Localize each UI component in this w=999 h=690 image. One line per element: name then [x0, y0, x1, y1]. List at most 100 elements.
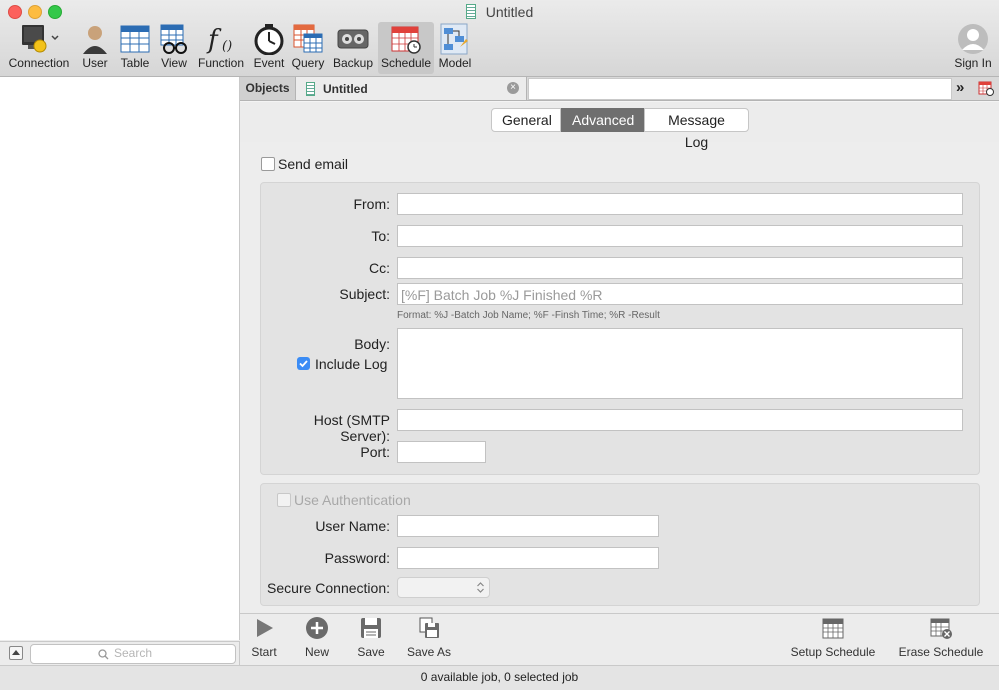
calendar-erase-icon [930, 618, 952, 639]
toolbar-function-label: Function [197, 56, 245, 70]
floppy-disk-icon [361, 618, 381, 638]
table-icon [116, 22, 154, 56]
port-label: Port: [360, 444, 390, 460]
subject-format-hint: Format: %J -Batch Job Name; %F -Finsh Ti… [397, 310, 660, 321]
toolbar-query-label: Query [291, 56, 325, 70]
send-email-checkbox[interactable] [261, 157, 275, 171]
connection-icon [4, 22, 74, 56]
user-icon [78, 22, 112, 56]
sidebar-toggle-button[interactable] [9, 646, 23, 660]
toolbar: Untitled Connection User Table View f ()… [0, 0, 999, 77]
object-sidebar [0, 77, 240, 640]
view-icon [156, 22, 192, 56]
schedule-calendar-icon [378, 22, 434, 56]
save-as-button[interactable]: Save As [404, 616, 454, 659]
toolbar-schedule-label: Schedule [380, 56, 432, 70]
query-icon [290, 22, 326, 56]
setup-schedule-button[interactable]: Setup Schedule [788, 616, 878, 659]
play-icon [257, 619, 273, 637]
to-field[interactable] [397, 225, 963, 247]
secure-connection-select[interactable] [397, 577, 490, 598]
toolbar-model-label: Model [438, 56, 472, 70]
svg-text:(): () [222, 39, 232, 54]
svg-text:f: f [206, 25, 222, 54]
username-label: User Name: [315, 518, 390, 534]
segment-general[interactable]: General [491, 108, 561, 132]
toolbar-event-button[interactable]: Event [250, 22, 288, 74]
body-label: Body: [354, 336, 390, 352]
function-icon: f() [196, 22, 246, 56]
search-icon [98, 649, 109, 660]
host-label: Host (SMTP Server): [313, 412, 390, 444]
toolbar-schedule-button[interactable]: Schedule [378, 22, 434, 74]
include-log-checkbox[interactable] [297, 357, 310, 370]
toolbar-view-button[interactable]: View [156, 22, 192, 74]
erase-schedule-button[interactable]: Erase Schedule [898, 616, 984, 659]
segment-advanced[interactable]: Advanced [561, 108, 645, 132]
to-label: To: [371, 228, 390, 244]
close-tab-icon[interactable]: × [507, 82, 519, 94]
sidebar-footer: Search [0, 641, 240, 666]
cc-label: Cc: [369, 260, 390, 276]
new-schedule-tab-icon[interactable] [978, 80, 994, 96]
tab-strip-empty [528, 78, 952, 100]
toolbar-connection-button[interactable]: Connection [4, 22, 74, 74]
plus-circle-icon [306, 617, 328, 639]
port-field[interactable] [397, 441, 486, 463]
secure-connection-label: Secure Connection: [267, 580, 390, 596]
username-field[interactable] [397, 515, 659, 537]
document-icon [465, 4, 476, 19]
checkmark-icon [299, 360, 308, 368]
tab-objects[interactable]: Objects [240, 77, 296, 100]
save-as-icon [419, 617, 439, 638]
subject-field[interactable]: [%F] Batch Job %J Finished %R [397, 283, 963, 305]
clock-icon [250, 22, 288, 56]
status-bar: 0 available job, 0 selected job [0, 665, 999, 690]
search-placeholder: Search [114, 646, 153, 660]
tab-untitled[interactable]: Untitled × [296, 77, 527, 100]
toolbar-backup-button[interactable]: Backup [330, 22, 376, 74]
cc-field[interactable] [397, 257, 963, 279]
from-field[interactable] [397, 193, 963, 215]
toolbar-table-button[interactable]: Table [116, 22, 154, 74]
subject-placeholder: [%F] Batch Job %J Finished %R [401, 287, 603, 303]
triangle-up-icon [12, 650, 20, 655]
toolbar-backup-label: Backup [332, 56, 374, 70]
toolbar-user-label: User [82, 56, 108, 70]
save-button[interactable]: Save [354, 616, 388, 659]
password-field[interactable] [397, 547, 659, 569]
toolbar-connection-label: Connection [8, 56, 70, 70]
subject-label: Subject: [339, 286, 390, 302]
window-title: Untitled [0, 4, 999, 20]
segment-message-log[interactable]: Message Log [644, 108, 749, 150]
toolbar-model-button[interactable]: Model [436, 22, 474, 74]
sidebar-search-field[interactable]: Search [30, 644, 236, 664]
tab-bar: Objects Untitled × » [240, 77, 999, 101]
sign-in-button[interactable]: Sign In [950, 22, 996, 74]
start-button[interactable]: Start [248, 616, 280, 659]
toolbar-user-button[interactable]: User [78, 22, 112, 74]
bottom-toolbar: Start New Save Save As Setup Schedule Er… [240, 613, 999, 666]
body-textarea[interactable] [397, 328, 963, 399]
send-email-label: Send email [278, 156, 349, 172]
use-authentication-checkbox[interactable] [277, 493, 291, 507]
avatar-icon [950, 22, 996, 56]
toolbar-view-label: View [161, 56, 187, 70]
toolbar-query-button[interactable]: Query [290, 22, 326, 74]
more-tabs-icon[interactable]: » [956, 79, 964, 96]
toolbar-function-button[interactable]: f() Function [196, 22, 246, 74]
sign-in-label: Sign In [954, 56, 992, 70]
status-text: 0 available job, 0 selected job [420, 670, 579, 684]
document-icon [306, 82, 315, 96]
host-field[interactable] [397, 409, 963, 431]
toolbar-table-label: Table [120, 56, 150, 70]
password-label: Password: [324, 550, 390, 566]
use-authentication-label: Use Authentication [294, 492, 411, 508]
from-label: From: [353, 196, 390, 212]
stepper-arrows-icon [477, 582, 484, 593]
backup-tape-icon [330, 22, 376, 56]
model-icon [436, 22, 474, 56]
calendar-icon [822, 618, 844, 639]
include-log-label: Include Log [315, 356, 388, 372]
new-button[interactable]: New [300, 616, 334, 659]
